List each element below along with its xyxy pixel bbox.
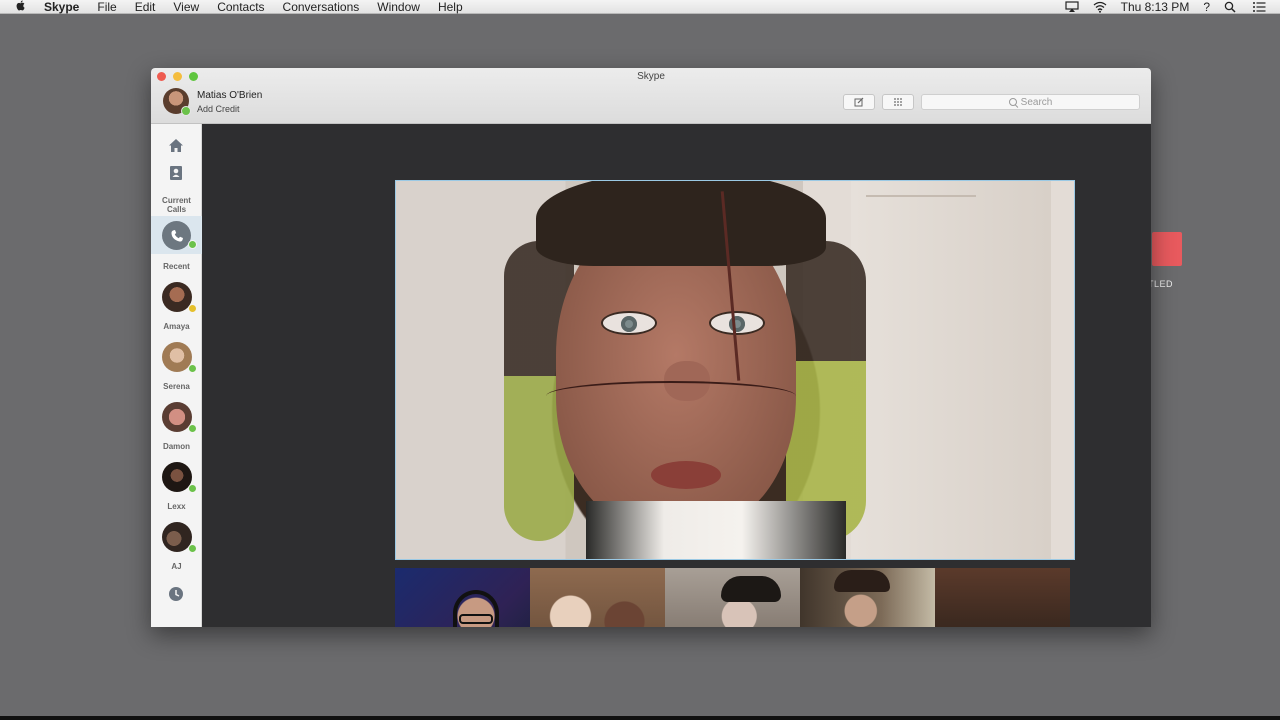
participant-4-hair — [834, 570, 890, 592]
menu-contacts[interactable]: Contacts — [208, 0, 273, 14]
call-area — [202, 124, 1151, 627]
video-speaker-mouth — [651, 461, 721, 489]
menu-app-skype[interactable]: Skype — [34, 0, 88, 14]
desktop-file-icon[interactable] — [1152, 232, 1182, 266]
menu-bar: Skype File Edit View Contacts Conversati… — [0, 0, 1280, 14]
video-background-door-panel — [866, 195, 976, 197]
profile-avatar[interactable] — [163, 88, 191, 116]
participant-video-5[interactable] — [935, 568, 1070, 627]
sidebar: Current Calls Recent Amaya Serena Damon … — [151, 124, 202, 627]
home-icon[interactable] — [167, 136, 185, 154]
recent-label: Recent — [163, 262, 190, 271]
video-speaker-hair-right — [786, 241, 866, 541]
profile-name[interactable]: Matias O'Brien — [197, 90, 262, 101]
menu-file[interactable]: File — [88, 0, 125, 14]
history-clock-icon[interactable] — [167, 585, 185, 603]
contacts-book-icon[interactable] — [167, 164, 185, 182]
participant-1-glasses — [459, 614, 493, 624]
search-icon — [1008, 98, 1017, 106]
video-speaker-face-paint — [546, 381, 796, 411]
bottom-letterbox — [0, 716, 1280, 720]
new-conversation-button[interactable] — [843, 94, 875, 110]
contact-name-damon[interactable]: Damon — [151, 442, 202, 451]
participant-video-3[interactable] — [665, 568, 800, 627]
window-titlebar: Skype Matias O'Brien Add Credit Search — [151, 68, 1151, 124]
apple-icon[interactable] — [16, 0, 34, 14]
active-speaker-video[interactable] — [395, 180, 1075, 560]
participant-thumbnails — [395, 568, 1070, 627]
contact-name-aj[interactable]: AJ — [151, 562, 202, 571]
skype-window: Skype Matias O'Brien Add Credit Search C… — [151, 68, 1151, 627]
video-speaker-collar — [586, 501, 846, 559]
menu-view[interactable]: View — [164, 0, 208, 14]
contact-status-damon — [188, 424, 197, 433]
video-speaker-eye-right — [709, 311, 765, 335]
dialpad-icon — [894, 98, 902, 106]
contact-status-lexx — [188, 484, 197, 493]
wifi-icon[interactable] — [1093, 1, 1107, 13]
contact-status-amaya — [188, 304, 197, 313]
contact-status-aj — [188, 544, 197, 553]
menu-help[interactable]: Help — [429, 0, 472, 14]
contact-status-serena — [188, 364, 197, 373]
search-input[interactable]: Search — [921, 94, 1140, 110]
current-call-button[interactable] — [162, 221, 191, 250]
contact-name-serena[interactable]: Serena — [151, 382, 202, 391]
participant-video-1[interactable] — [395, 568, 530, 627]
current-calls-label[interactable]: Current Calls — [151, 196, 202, 214]
spotlight-search-icon[interactable] — [1224, 1, 1238, 13]
add-credit-link[interactable]: Add Credit — [197, 104, 240, 114]
contact-name-lexx[interactable]: Lexx — [151, 502, 202, 511]
help-icon[interactable]: ? — [1203, 0, 1210, 14]
call-status-dot — [188, 240, 197, 249]
video-speaker-eye-left — [601, 311, 657, 335]
dialpad-button[interactable] — [882, 94, 914, 110]
compose-icon — [854, 97, 864, 107]
contact-name-amaya[interactable]: Amaya — [151, 322, 202, 331]
desktop-file-label[interactable]: TLED — [1148, 279, 1173, 289]
window-title: Skype — [637, 71, 665, 82]
notification-center-icon[interactable] — [1252, 1, 1266, 13]
menubar-clock[interactable]: Thu 8:13 PM — [1121, 0, 1190, 14]
participant-video-4[interactable] — [800, 568, 935, 627]
airplay-icon[interactable] — [1065, 1, 1079, 13]
video-background-door — [851, 181, 1051, 559]
phone-icon — [170, 229, 183, 242]
online-status-dot — [181, 106, 191, 116]
search-placeholder: Search — [1020, 96, 1053, 108]
menu-edit[interactable]: Edit — [126, 0, 165, 14]
participant-3-hair — [721, 576, 781, 602]
video-speaker-hair-top — [536, 181, 826, 266]
menu-window[interactable]: Window — [368, 0, 429, 14]
menu-conversations[interactable]: Conversations — [274, 0, 369, 14]
participant-video-2[interactable] — [530, 568, 665, 627]
